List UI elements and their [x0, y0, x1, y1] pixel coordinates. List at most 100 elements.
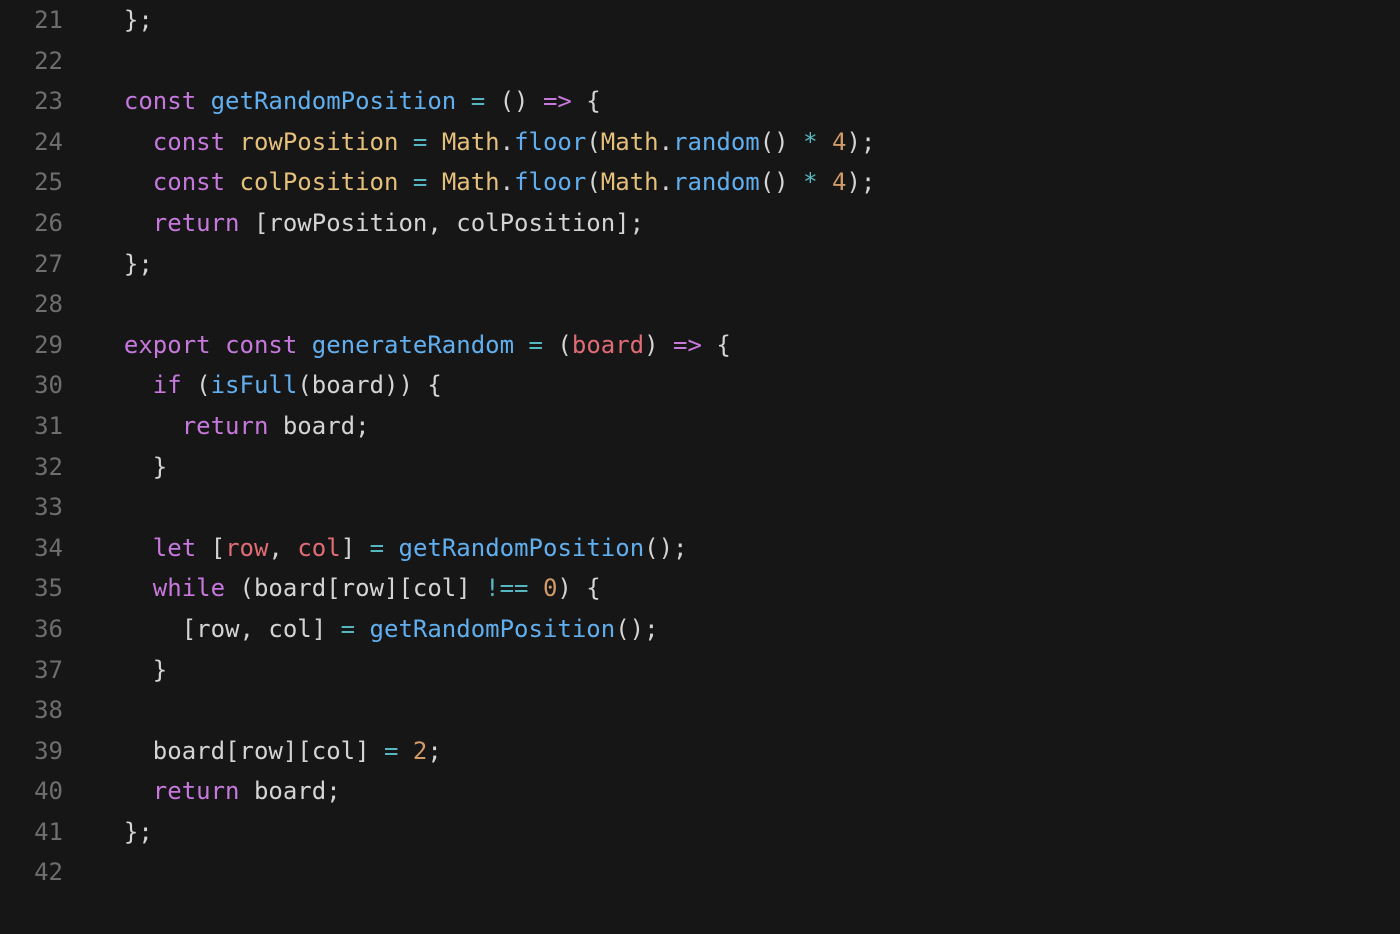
token-plain [225, 128, 239, 156]
token-plain [95, 777, 153, 805]
token-plain: . [500, 128, 514, 156]
token-plain: board[row][col] [95, 737, 384, 765]
token-kw: while [153, 574, 225, 602]
line-number: 25 [0, 162, 63, 203]
token-plain [818, 168, 832, 196]
token-plain: ( [182, 371, 211, 399]
code-line[interactable]: board[row][col] = 2; [95, 731, 1400, 772]
token-op: !== [485, 574, 528, 602]
line-number: 32 [0, 447, 63, 488]
token-var: col [297, 534, 340, 562]
line-number: 30 [0, 365, 63, 406]
token-plain [225, 168, 239, 196]
token-plain: ); [846, 168, 875, 196]
token-plain [95, 168, 153, 196]
token-plain [818, 128, 832, 156]
token-plain: } [95, 656, 167, 684]
token-num: 0 [543, 574, 557, 602]
code-line[interactable]: }; [95, 244, 1400, 285]
token-kw: return [182, 412, 269, 440]
code-line[interactable]: return board; [95, 406, 1400, 447]
code-line[interactable]: }; [95, 0, 1400, 41]
token-plain [196, 87, 210, 115]
code-line[interactable]: while (board[row][col] !== 0) { [95, 568, 1400, 609]
token-plain: ( [586, 128, 600, 156]
token-num: 4 [832, 128, 846, 156]
code-line[interactable]: return [rowPosition, colPosition]; [95, 203, 1400, 244]
token-const-name: colPosition [240, 168, 399, 196]
token-plain [95, 412, 182, 440]
token-plain: (); [644, 534, 687, 562]
code-editor[interactable]: 2122232425262728293031323334353637383940… [0, 0, 1400, 893]
line-number: 28 [0, 284, 63, 325]
token-plain: { [702, 331, 731, 359]
token-op: = [529, 331, 543, 359]
line-number: 31 [0, 406, 63, 447]
token-plain: [row, col] [95, 615, 341, 643]
code-line[interactable]: const colPosition = Math.floor(Math.rand… [95, 162, 1400, 203]
token-plain [514, 331, 528, 359]
line-number: 37 [0, 650, 63, 691]
code-line[interactable] [95, 852, 1400, 893]
token-plain: ( [586, 168, 600, 196]
token-op: = [413, 128, 427, 156]
token-obj: Math [601, 128, 659, 156]
token-plain: board; [240, 777, 341, 805]
code-line[interactable]: const rowPosition = Math.floor(Math.rand… [95, 122, 1400, 163]
code-line[interactable] [95, 690, 1400, 731]
code-line[interactable] [95, 284, 1400, 325]
token-kw: const [153, 128, 225, 156]
token-num: 4 [832, 168, 846, 196]
line-number: 39 [0, 731, 63, 772]
token-plain [95, 534, 153, 562]
line-number: 36 [0, 609, 63, 650]
line-number: 26 [0, 203, 63, 244]
token-op: = [384, 737, 398, 765]
token-plain [384, 534, 398, 562]
token-plain [297, 331, 311, 359]
code-line[interactable]: return board; [95, 771, 1400, 812]
line-number: 41 [0, 812, 63, 853]
code-line[interactable]: const getRandomPosition = () => { [95, 81, 1400, 122]
token-plain: ] [341, 534, 370, 562]
code-line[interactable]: let [row, col] = getRandomPosition(); [95, 528, 1400, 569]
line-number: 22 [0, 41, 63, 82]
line-number: 23 [0, 81, 63, 122]
line-number: 38 [0, 690, 63, 731]
token-plain [398, 737, 412, 765]
token-plain: . [500, 168, 514, 196]
token-plain [95, 331, 124, 359]
token-obj: Math [601, 168, 659, 196]
token-plain [529, 574, 543, 602]
token-plain: () [760, 168, 803, 196]
token-plain [95, 574, 153, 602]
code-line[interactable]: if (isFull(board)) { [95, 365, 1400, 406]
token-kw: const [153, 168, 225, 196]
line-number: 21 [0, 0, 63, 41]
line-number: 24 [0, 122, 63, 163]
token-plain [398, 128, 412, 156]
code-line[interactable] [95, 487, 1400, 528]
code-line[interactable]: } [95, 447, 1400, 488]
token-plain [95, 209, 153, 237]
code-line[interactable]: [row, col] = getRandomPosition(); [95, 609, 1400, 650]
code-line[interactable]: }; [95, 812, 1400, 853]
token-op: = [471, 87, 485, 115]
code-content[interactable]: }; const getRandomPosition = () => { con… [95, 0, 1400, 893]
token-method: random [673, 168, 760, 196]
token-num: 2 [413, 737, 427, 765]
token-plain [95, 87, 124, 115]
line-number: 42 [0, 852, 63, 893]
line-number: 35 [0, 568, 63, 609]
code-line[interactable]: export const generateRandom = (board) =>… [95, 325, 1400, 366]
code-line[interactable] [95, 41, 1400, 82]
token-op: * [803, 168, 817, 196]
token-kw: const [225, 331, 297, 359]
line-number: 34 [0, 528, 63, 569]
token-plain [427, 168, 441, 196]
code-line[interactable]: } [95, 650, 1400, 691]
token-plain [211, 331, 225, 359]
token-fn: getRandomPosition [370, 615, 616, 643]
token-plain: }; [95, 250, 153, 278]
token-plain: , [268, 534, 297, 562]
